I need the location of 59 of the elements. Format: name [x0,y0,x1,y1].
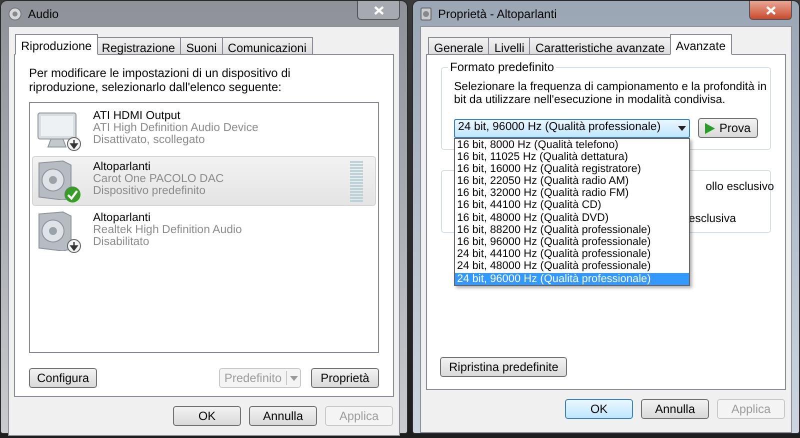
close-icon [374,6,384,14]
tab[interactable]: Caratteristiche avanzate [529,37,671,55]
option-label: ollo esclusivo [706,181,774,194]
close-button[interactable] [749,1,792,20]
device-row[interactable]: ATI HDMI Output ATI High Definition Audio Device Disattivato, scollegato [32,105,376,155]
tab[interactable]: Suoni [180,37,223,55]
option-label: esclusiva [688,213,736,226]
device-status: Disabilitato [93,236,150,248]
close-button[interactable] [357,1,400,20]
test-button[interactable]: Prova [698,118,758,138]
device-name: Altoparlanti [93,161,152,173]
dropdown-option[interactable]: 16 bit, 8000 Hz (Qualità telefono) [455,138,689,151]
play-icon [705,122,716,134]
dialog-button[interactable]: Annulla [249,406,317,426]
group-title: Formato predefinito [448,60,556,74]
device-name: ATI HDMI Output [93,110,182,122]
dropdown-option[interactable]: 16 bit, 11025 Hz (Qualità dettatura) [455,150,689,163]
tab[interactable]: Generale [428,37,490,55]
device-driver: ATI High Definition Audio Device [93,122,258,134]
dropdown-option[interactable]: 16 bit, 22050 Hz (Qualità radio AM) [455,175,689,188]
tab[interactable]: Avanzate [670,34,732,55]
device-driver: Carot One PACOLO DAC [93,173,224,185]
format-description: Selezionare la frequenza di campionamento e la profondità in bit da utilizzare nell'esecuzione in modalità condivisa. [454,81,768,107]
dialog-button[interactable]: Configura [29,368,97,388]
dropdown-option[interactable]: 16 bit, 96000 Hz (Qualità professionale) [455,236,689,248]
dropdown-option[interactable]: 24 bit, 44100 Hz (Qualità professionale) [455,248,689,260]
tab[interactable]: Livelli [488,37,530,55]
device-driver: Realtek High Definition Audio [93,224,242,236]
instructions-text: Per modificare le impostazioni di un dispositivo di riproduzione, selezionarlo dall'elenco seguente: [29,66,292,94]
format-dropdown[interactable]: 24 bit, 96000 Hz (Qualità professionale) [454,118,690,138]
level-meter-icon [350,161,363,203]
restore-defaults-button[interactable]: Ripristina predefinite [440,357,568,377]
close-icon [766,6,776,14]
tab[interactable]: Comunicazioni [222,37,312,55]
window-title: Audio [28,6,59,22]
speaker-icon [8,6,22,20]
dialog-button[interactable]: OK [565,399,633,419]
device-status: Dispositivo predefinito [93,185,207,197]
caret-icon [678,126,686,130]
dropdown-option[interactable]: 16 bit, 44100 Hz (Qualità CD) [455,199,689,212]
speaker-icon [37,160,73,200]
device-name: Altoparlanti [93,212,152,224]
device-row[interactable]: Altoparlanti Realtek High Definition Audio Disabilitato [32,207,376,257]
dialog-button[interactable]: Proprietà [311,368,379,388]
window-title: Proprietà - Altoparlanti [438,6,557,22]
dialog-button[interactable]: OK [173,406,241,426]
dropdown-option[interactable]: 16 bit, 16000 Hz (Qualità registratore) [455,162,689,176]
tab[interactable]: Riproduzione [15,34,98,55]
device-row[interactable]: Altoparlanti Carot One PACOLO DAC Dispositivo predefinito [32,156,376,206]
caret-icon [290,376,298,380]
tab[interactable]: Registrazione [96,37,182,55]
speaker-icon [37,211,73,251]
dropdown-option[interactable]: 16 bit, 88200 Hz (Qualità professionale) [455,224,689,236]
dropdown-option[interactable]: 16 bit, 32000 Hz (Qualità radio FM) [455,187,689,200]
dropdown-option[interactable]: 16 bit, 48000 Hz (Qualità DVD) [455,212,689,224]
dropdown-option[interactable]: 24 bit, 48000 Hz (Qualità professionale) [455,260,689,273]
dialog-button[interactable]: Annulla [641,399,709,419]
device-status: Disattivato, scollegato [93,134,206,146]
speaker-icon [420,6,432,20]
